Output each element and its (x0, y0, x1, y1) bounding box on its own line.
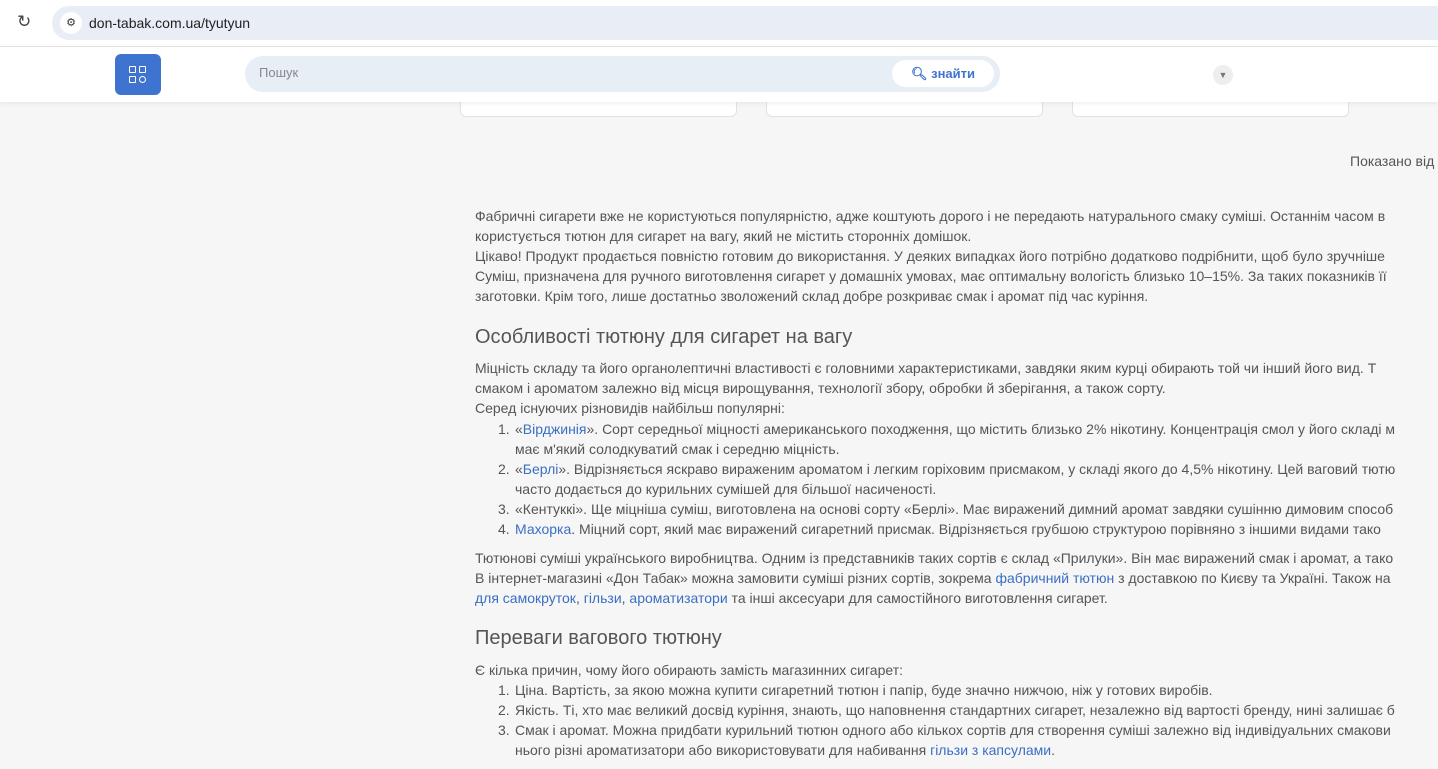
list-item-line: 3. Смак і аромат. Можна придбати курильни… (498, 720, 1391, 740)
text: Міцність складу та його органолептичні в… (475, 360, 1377, 376)
grid-icon (129, 66, 136, 73)
list-number: 2. (498, 461, 510, 477)
text: В інтернет-магазині «Дон Табак» можна за… (475, 570, 996, 586)
list-number: 2. (498, 702, 510, 718)
search-button[interactable]: 🔍︎ знайти (892, 60, 994, 87)
reload-icon[interactable]: ↻ (17, 12, 31, 32)
text: користується тютюн для сигарет на вагу, … (475, 228, 972, 244)
grid-icon-cell (139, 66, 146, 73)
paragraph-line: користується тютюн для сигарет на вагу, … (475, 226, 971, 246)
list-item-line: нього різні ароматизатори або використов… (515, 740, 1055, 760)
search-icon: 🔍︎ (910, 66, 928, 81)
paragraph-line: Тютюнові суміші українського виробництва… (475, 548, 1393, 568)
list-item-line: 3. «Кентуккі». Ще міцніша суміш, виготовл… (498, 499, 1394, 519)
text: ». Відрізняється яскраво вираженим арома… (558, 461, 1396, 477)
text: « (515, 421, 523, 437)
search-bar: 🔍︎ знайти (245, 56, 1000, 92)
text: Тютюнові суміші українського виробництва… (475, 550, 1394, 566)
list-item-line: має м'який солодкуватий смак і середню м… (515, 439, 840, 459)
catalog-button[interactable] (115, 54, 161, 95)
article-link[interactable]: Вірджинія (523, 421, 587, 437)
text: Смак і аромат. Можна придбати курильний … (515, 722, 1391, 738)
text: Фабричні сигарети вже не користуються по… (475, 208, 1386, 224)
paragraph-line: Серед існуючих різновидів найбільш попул… (475, 398, 785, 418)
text: . Міцний сорт, який має виражений сигаре… (571, 521, 1381, 537)
list-item-line: 1. «Вірджинія». Сорт середньої міцності а… (498, 419, 1396, 439)
list-number: 3. (498, 501, 510, 517)
text: заготовки. Крім того, лише достатньо зво… (475, 288, 1149, 304)
results-count: Показано від (1350, 153, 1435, 169)
paragraph-line: Міцність складу та його органолептичні в… (475, 358, 1376, 378)
url-text[interactable]: don-tabak.com.ua/tyutyun (89, 15, 250, 31)
text: Якість. Ті, хто має великий досвід курін… (515, 702, 1395, 718)
text: з доставкою по Києву та Україні. Також н… (1114, 570, 1391, 586)
section-heading: Особливості тютюну для сигарет на вагу (475, 326, 853, 348)
paragraph-line: Суміш, призначена для ручного виготовлен… (475, 266, 1387, 286)
list-number: 3. (498, 722, 510, 738)
address-bar[interactable]: ⚙ don-tabak.com.ua/tyutyun (52, 6, 1438, 40)
list-item-line: 1. Ціна. Вартість, за якою можна купити с… (498, 680, 1213, 700)
text: Суміш, призначена для ручного виготовлен… (475, 268, 1387, 284)
text: Є кілька причин, чому його обирають замі… (475, 662, 903, 678)
paragraph-line: заготовки. Крім того, лише достатньо зво… (475, 286, 1148, 306)
search-input[interactable] (257, 64, 861, 81)
grid-icon-cell (139, 76, 146, 83)
article-link[interactable]: фабричний тютюн (995, 570, 1114, 586)
site-settings-icon[interactable]: ⚙ (60, 12, 82, 34)
chevron-down-icon[interactable]: ▼ (1213, 65, 1233, 85)
search-button-label: знайти (931, 66, 976, 81)
text: « (515, 461, 523, 477)
article-link[interactable]: Берлі (523, 461, 559, 477)
list-item-line: часто додається до курильних сумішей для… (515, 479, 936, 499)
article-link[interactable]: ароматизатори (629, 590, 727, 606)
browser-toolbar: ↻ ⚙ don-tabak.com.ua/tyutyun (0, 0, 1438, 47)
site-header: 🔍︎ знайти ▼ (0, 47, 1438, 102)
list-number: 4. (498, 521, 510, 537)
list-item-line: 2. Якість. Ті, хто має великий досвід кур… (498, 700, 1395, 720)
paragraph-line: Цікаво! Продукт продається повністю гото… (475, 246, 1385, 266)
paragraph-line: Є кілька причин, чому його обирають замі… (475, 660, 903, 680)
article-link[interactable]: гільзи (584, 590, 622, 606)
text: смаком і ароматом залежно від місця виро… (475, 380, 1166, 396)
text: часто додається до курильних сумішей для… (515, 481, 937, 497)
text: Серед існуючих різновидів найбільш попул… (475, 400, 785, 416)
list-number: 1. (498, 421, 510, 437)
paragraph-line: для самокруток, гільзи, ароматизатори та… (475, 588, 1108, 608)
text: Ціна. Вартість, за якою можна купити сиг… (515, 682, 1213, 698)
grid-icon-cell (129, 76, 136, 83)
article-link[interactable]: для самокруток (475, 590, 576, 606)
article-link[interactable]: Махорка (515, 521, 571, 537)
text: та інші аксесуари для самостійного вигот… (727, 590, 1108, 606)
text: ». Сорт середньої міцності американськог… (586, 421, 1396, 437)
text: . (1051, 742, 1055, 758)
text: Цікаво! Продукт продається повністю гото… (475, 248, 1385, 264)
list-item-line: 2. «Берлі». Відрізняється яскраво виражен… (498, 459, 1396, 479)
section-heading: Переваги вагового тютюну (475, 627, 722, 649)
text: , (575, 590, 584, 606)
text: «Кентуккі». Ще міцніша суміш, виготовлен… (515, 501, 1394, 517)
paragraph-line: В інтернет-магазині «Дон Табак» можна за… (475, 568, 1390, 588)
paragraph-line: смаком і ароматом залежно від місця виро… (475, 378, 1166, 398)
text: нього різні ароматизатори або використов… (515, 742, 931, 758)
paragraph-line: Фабричні сигарети вже не користуються по… (475, 206, 1385, 226)
list-item-line: 4. Махорка. Міцний сорт, який має виражен… (498, 519, 1381, 539)
text: має м'який солодкуватий смак і середню м… (515, 441, 840, 457)
article-link[interactable]: гільзи з капсулами (930, 742, 1051, 758)
list-number: 1. (498, 682, 510, 698)
